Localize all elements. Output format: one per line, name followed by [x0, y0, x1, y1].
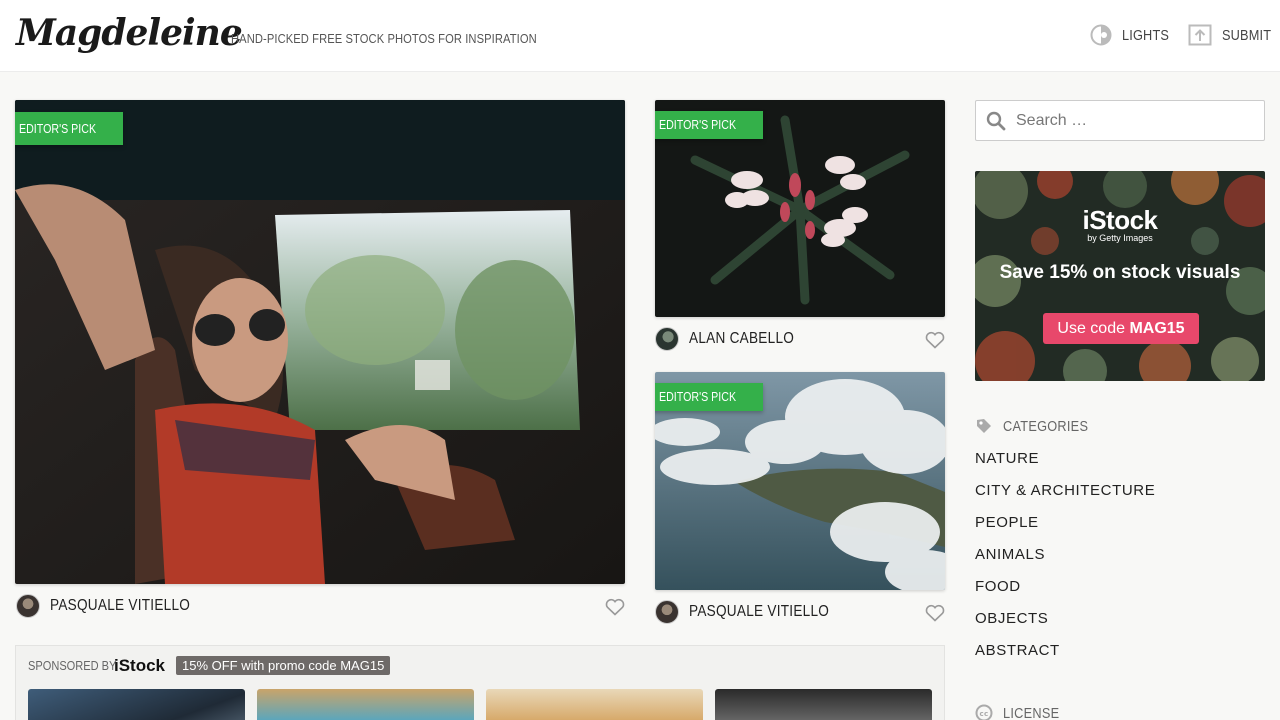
- heart-icon[interactable]: [605, 598, 625, 616]
- ad-brand-subtitle: by Getty Images: [1087, 233, 1153, 243]
- submit-label: SUBMIT: [1222, 26, 1272, 44]
- category-link-people[interactable]: PEOPLE: [975, 514, 1155, 546]
- photo-woman-in-car[interactable]: EDITOR'S PICK: [15, 100, 625, 584]
- sponsored-thumbnail[interactable]: [257, 689, 474, 720]
- category-link-city-architecture[interactable]: CITY & ARCHITECTURE: [975, 482, 1155, 514]
- lights-toggle-button[interactable]: LIGHTS: [1090, 24, 1177, 46]
- promo-badge[interactable]: 15% OFF with promo code MAG15: [176, 656, 391, 675]
- photo-image: [15, 100, 625, 584]
- site-header: Magdeleine HAND-PICKED FREE STOCK PHOTOS…: [0, 0, 1280, 72]
- submit-button[interactable]: SUBMIT: [1188, 24, 1280, 46]
- photo-meta: PASQUALE VITIELLO: [655, 600, 854, 624]
- category-link-objects[interactable]: OBJECTS: [975, 610, 1155, 642]
- search-box: [975, 100, 1265, 141]
- editors-pick-badge: EDITOR'S PICK: [15, 112, 123, 145]
- photo-meta: PASQUALE VITIELLO: [16, 594, 215, 618]
- photo-flowers[interactable]: EDITOR'S PICK: [655, 100, 945, 317]
- istock-ad-banner[interactable]: iStock by Getty Images Save 15% on stock…: [975, 171, 1265, 381]
- svg-text:cc: cc: [980, 710, 989, 718]
- heart-icon[interactable]: [925, 331, 945, 349]
- ad-cta-code: MAG15: [1129, 320, 1185, 337]
- istock-logo[interactable]: iStock: [114, 656, 165, 676]
- upload-icon: [1188, 24, 1212, 46]
- categories-list: NATURE CITY & ARCHITECTURE PEOPLE ANIMAL…: [975, 450, 1155, 674]
- sponsored-strip: SPONSORED BY iStock 15% OFF with promo c…: [15, 645, 945, 720]
- category-link-nature[interactable]: NATURE: [975, 450, 1155, 482]
- author-name[interactable]: ALAN CABELLO: [689, 330, 794, 348]
- search-input[interactable]: [1014, 101, 1254, 140]
- heart-icon[interactable]: [925, 604, 945, 622]
- avatar[interactable]: [655, 327, 679, 351]
- site-tagline: HAND-PICKED FREE STOCK PHOTOS FOR INSPIR…: [231, 31, 537, 46]
- sponsored-thumbnail[interactable]: [486, 689, 703, 720]
- ad-cta-button[interactable]: Use code MAG15: [1043, 313, 1199, 344]
- category-link-food[interactable]: FOOD: [975, 578, 1155, 610]
- author-name[interactable]: PASQUALE VITIELLO: [689, 603, 829, 621]
- creative-commons-icon: cc: [975, 704, 993, 720]
- site-logo[interactable]: Magdeleine: [16, 12, 243, 54]
- avatar[interactable]: [655, 600, 679, 624]
- search-icon: [986, 111, 1006, 131]
- photo-meta: ALAN CABELLO: [655, 327, 813, 351]
- lights-label: LIGHTS: [1122, 26, 1170, 44]
- category-link-abstract[interactable]: ABSTRACT: [975, 642, 1155, 674]
- license-heading: cc LICENSE: [975, 704, 1069, 720]
- photo-aerial-clouds[interactable]: EDITOR'S PICK: [655, 372, 945, 590]
- author-name[interactable]: PASQUALE VITIELLO: [50, 597, 190, 615]
- avatar[interactable]: [16, 594, 40, 618]
- editors-pick-badge: EDITOR'S PICK: [655, 111, 763, 139]
- ad-headline: Save 15% on stock visuals: [999, 262, 1241, 283]
- ad-brand: iStock: [1082, 205, 1158, 235]
- lights-icon: [1090, 24, 1112, 46]
- editors-pick-badge: EDITOR'S PICK: [655, 383, 763, 411]
- sponsored-thumbnail[interactable]: [715, 689, 932, 720]
- ad-cta-prefix: Use code: [1057, 320, 1130, 337]
- categories-heading: CATEGORIES: [975, 417, 1103, 435]
- category-link-animals[interactable]: ANIMALS: [975, 546, 1155, 578]
- tag-icon: [977, 419, 991, 433]
- sponsored-thumbnail[interactable]: [28, 689, 245, 720]
